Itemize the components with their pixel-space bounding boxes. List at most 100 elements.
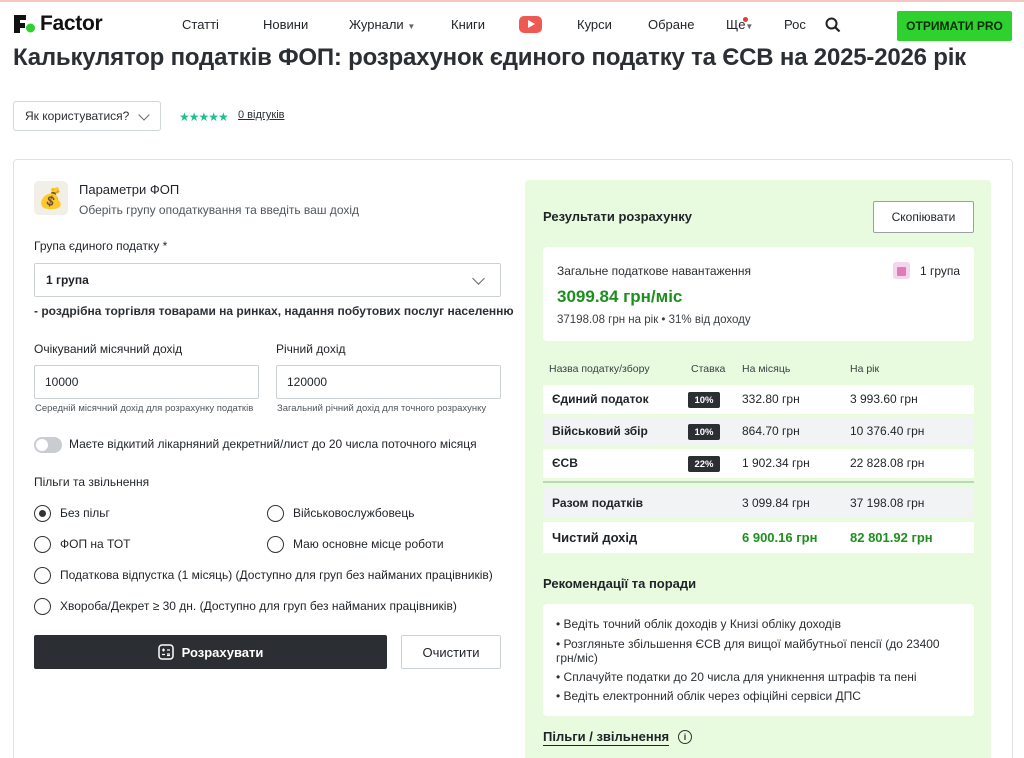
- nav-item-journals-label: Журнали: [349, 17, 404, 32]
- group-select-value: 1 група: [46, 273, 89, 287]
- recommendation-item: • Ведіть точний облік доходів у Книзі об…: [556, 617, 841, 631]
- rate-badge: 22%: [688, 456, 720, 472]
- radio-sick-label: Хвороба/Декрет ≥ 30 дн. (Доступно для гр…: [60, 599, 457, 613]
- group-description: - роздрібна торгівля товарами на ринках,…: [34, 304, 514, 318]
- shopping-bag-icon: [893, 262, 910, 279]
- table-header-year: На рік: [850, 363, 880, 375]
- group-select[interactable]: 1 група: [34, 263, 501, 297]
- chevron-down-icon: [472, 272, 485, 285]
- total-label: Разом податків: [552, 496, 644, 510]
- recommendations-title: Рекомендації та поради: [543, 576, 697, 591]
- tax-month: 332.80 грн: [742, 392, 800, 406]
- notification-dot: [743, 17, 748, 22]
- recommendation-item: • Сплачуйте податки до 20 числа для уник…: [556, 670, 917, 684]
- tax-year: 22 828.08 грн: [850, 456, 925, 470]
- yearly-income-label: Річний дохід: [276, 342, 346, 356]
- tax-year: 10 376.40 грн: [850, 424, 925, 438]
- nav-item-courses[interactable]: Курси: [577, 17, 612, 32]
- nav-item-journals[interactable]: Журнали ▼: [349, 17, 415, 32]
- radio-tot[interactable]: [34, 536, 51, 553]
- table-header-name: Назва податку/збору: [549, 363, 650, 375]
- rate-badge: 10%: [688, 392, 720, 408]
- chevron-down-icon: [138, 109, 150, 121]
- get-pro-button[interactable]: ОТРИМАТИ PRO: [897, 11, 1012, 41]
- radio-no-benefits[interactable]: [34, 505, 51, 522]
- yearly-income-input[interactable]: 120000: [276, 365, 501, 399]
- recommendation-item: • Ведіть електронний облік через офіційн…: [556, 689, 861, 703]
- calculator-icon: [157, 644, 174, 660]
- calculate-button[interactable]: Розрахувати: [34, 635, 387, 669]
- table-row: ЄСВ 22% 1 902.34 грн 22 828.08 грн: [543, 449, 974, 478]
- params-title: Параметри ФОП: [79, 182, 180, 197]
- table-row: Військовий збір 10% 864.70 грн 10 376.40…: [543, 417, 974, 446]
- info-icon[interactable]: i: [678, 730, 692, 744]
- tax-name: Єдиний податок: [552, 392, 649, 406]
- net-income-row: Чистий дохід 6 900.16 грн 82 801.92 грн: [543, 522, 974, 553]
- radio-main-job[interactable]: [267, 536, 284, 553]
- nav-item-favorites[interactable]: Обране: [648, 17, 694, 32]
- youtube-icon[interactable]: [519, 16, 542, 33]
- rating-stars-icon[interactable]: ★★★★★: [179, 110, 229, 124]
- yearly-income-hint: Загальний річний дохід для точного розра…: [277, 403, 487, 414]
- tax-name: ЄСВ: [552, 456, 578, 470]
- money-bag-icon: 💰: [34, 181, 68, 215]
- calculate-button-label: Розрахувати: [181, 644, 264, 660]
- tax-load-value: 3099.84 грн/міс: [557, 287, 683, 306]
- total-month: 3 099.84 грн: [742, 496, 810, 510]
- divider: [543, 481, 974, 483]
- copy-button[interactable]: Скопіювати: [873, 201, 974, 233]
- nav-item-more[interactable]: Ще▼: [726, 17, 753, 32]
- factor-logo-icon: [12, 13, 36, 35]
- benefits-link[interactable]: Пільги / звільнення: [543, 729, 670, 746]
- radio-tax-vacation[interactable]: [34, 567, 51, 584]
- tax-load-label: Загальне податкове навантаження: [557, 264, 752, 278]
- table-header-rate: Ставка: [691, 363, 726, 375]
- tax-name: Військовий збір: [552, 424, 648, 438]
- nav-item-news[interactable]: Новини: [263, 17, 308, 32]
- table-row: Єдиний податок 10% 332.80 грн 3 993.60 г…: [543, 385, 974, 414]
- chevron-down-icon: ▼: [407, 22, 416, 31]
- rate-badge: 10%: [688, 424, 720, 440]
- nav-item-language[interactable]: Рос: [784, 17, 806, 32]
- how-to-use-dropdown[interactable]: Як користуватися?: [13, 101, 161, 131]
- radio-tax-vacation-label: Податкова відпустка (1 місяць) (Доступно…: [60, 568, 493, 582]
- radio-sick[interactable]: [34, 598, 51, 615]
- chevron-down-icon: ▼: [745, 22, 754, 31]
- how-to-use-label: Як користуватися?: [25, 109, 130, 123]
- clear-button[interactable]: Очистити: [401, 635, 501, 669]
- radio-military[interactable]: [267, 505, 284, 522]
- net-income-year: 82 801.92 грн: [850, 530, 933, 545]
- sick-leave-toggle-label: Маєте відкитий лікарняний декретний/лист…: [69, 437, 477, 451]
- recommendation-item: • Розгляньте збільшення ЄСВ для вищої ма…: [556, 637, 940, 665]
- total-row: Разом податків 3 099.84 грн 37 198.08 гр…: [543, 488, 974, 518]
- monthly-income-label: Очікуваний місячний дохід: [34, 342, 183, 356]
- radio-main-job-label: Маю основне місце роботи: [293, 537, 444, 551]
- net-income-month: 6 900.16 грн: [742, 530, 818, 545]
- tax-load-subtext: 37198.08 грн на рік • 31% від доходу: [557, 314, 751, 326]
- group-label: Група єдиного податку *: [34, 239, 168, 253]
- table-header-month: На місяць: [742, 363, 791, 375]
- logo[interactable]: Factor: [12, 12, 103, 36]
- radio-no-benefits-label: Без пільг: [60, 506, 110, 520]
- logo-text: Factor: [40, 12, 103, 35]
- tax-month: 1 902.34 грн: [742, 456, 810, 470]
- nav-item-articles[interactable]: Статті: [182, 17, 219, 32]
- page-title: Калькулятор податків ФОП: розрахунок єди…: [13, 44, 966, 71]
- total-year: 37 198.08 грн: [850, 496, 925, 510]
- top-navbar: Factor Статті Новини Журнали ▼ Книги Кур…: [0, 0, 1024, 47]
- params-subtitle: Оберіть групу оподаткування та введіть в…: [79, 203, 360, 217]
- sick-leave-toggle[interactable]: [34, 437, 62, 453]
- net-income-label: Чистий дохід: [552, 530, 638, 545]
- monthly-income-input[interactable]: 10000: [34, 365, 259, 399]
- nav-item-books[interactable]: Книги: [451, 17, 485, 32]
- search-icon[interactable]: [825, 17, 841, 33]
- monthly-income-hint: Середній місячний дохід для розрахунку п…: [35, 403, 254, 414]
- group-badge-label: 1 група: [920, 263, 961, 278]
- radio-tot-label: ФОП на ТОТ: [60, 537, 131, 551]
- results-title: Результати розрахунку: [543, 209, 692, 224]
- reviews-link[interactable]: 0 відгуків: [238, 109, 285, 121]
- group-badge: 1 група: [893, 262, 960, 279]
- tax-year: 3 993.60 грн: [850, 392, 918, 406]
- benefits-section-label: Пільги та звільнення: [34, 475, 150, 489]
- radio-military-label: Військовослужбовець: [293, 506, 415, 520]
